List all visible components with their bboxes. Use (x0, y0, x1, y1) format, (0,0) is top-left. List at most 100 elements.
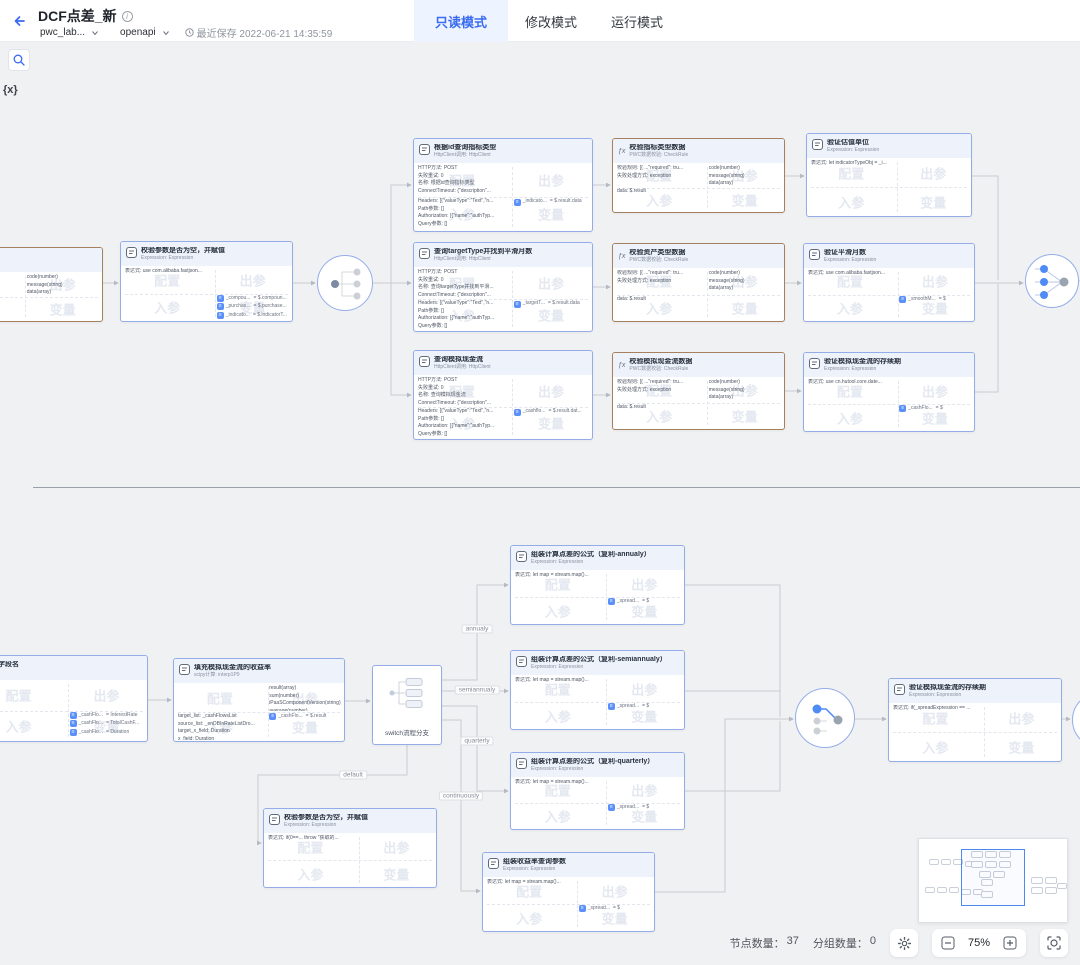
variable-tag-value: = InterestRate (106, 712, 138, 720)
tab-edit-mode[interactable]: 修改模式 (508, 0, 594, 42)
variable-tag-value: = $ (642, 598, 649, 606)
variable-tag: ≡_indicato...= $.result.data (514, 198, 590, 206)
node-header: 组装计算点差的公式（复利-quarterly）Expression: Expre… (511, 753, 684, 777)
checkrule-icon: ƒx (618, 148, 625, 155)
node-body: 配置出参入参变量HTTP方法: POST失败重试: 0名称: 查询模拟现金流Co… (414, 375, 592, 439)
node-tags: ≡_cashFlo...= InterestRate≡_cashFlo...= … (70, 712, 145, 740)
node-titles: 组装收益率查询参数Expression: Expression (503, 858, 566, 872)
node-header: 组装收益率查询参数Expression: Expression (483, 853, 654, 877)
node-titles: 校验参数是否为空，并赋值Expression: Expression (141, 247, 225, 261)
variable-tag-icon: ≡ (217, 295, 224, 302)
node-assemble-query[interactable]: 组装收益率查询参数Expression: Expression配置出参入参变量表… (482, 852, 655, 932)
config-line: source_list: _enDBInRateListDro... (178, 721, 266, 729)
node-config-tl: 表达式: let map = stream.map()... (515, 677, 604, 701)
tab-readonly-mode[interactable]: 只读模式 (414, 0, 508, 42)
node-config-tl: 表达式: let indicatorTypeObj = _i... (811, 160, 896, 186)
watermark-br: 变量 (383, 864, 409, 883)
node-tags: ≡_spread...= $ (608, 703, 682, 728)
variable-tag: ≡_spread...= $ (608, 804, 682, 812)
node-partial-expr-bottom[interactable]: 置字段名sion配置出参入参变量Rate =...≡_cashFlo...= I… (0, 655, 148, 742)
node-junction-join[interactable] (1025, 254, 1079, 308)
config-line: message(string) (709, 173, 781, 181)
config-line: data(array) (709, 394, 781, 402)
minimap-viewport[interactable] (961, 849, 1025, 906)
settings-button[interactable] (890, 929, 918, 957)
node-formula-quarterly[interactable]: 组装计算点差的公式（复利-quarterly）Expression: Expre… (510, 752, 685, 830)
node-http-target[interactable]: 查询targetType并找到平滑月数HttpClient调用: HttpCli… (413, 242, 593, 332)
node-expr-duration-top[interactable]: 验证模拟现金流的存续期Expression: Expression配置出参入参变… (803, 352, 975, 432)
node-expr-smooth[interactable]: 验证平滑月数Expression: Expression配置出参入参变量表达式:… (803, 243, 975, 322)
node-config-tr: code(number)message(string)data(array) (709, 379, 781, 402)
back-button[interactable] (10, 11, 30, 31)
node-header: ƒx校验资产类型数据PWC数据校验: CheckRule (613, 244, 784, 268)
node-config-tl: 校验规则: [{ ..."required": tru...失败处理方式: ex… (617, 165, 705, 187)
node-interp-fill[interactable]: 填充模拟现金流的收益率scipy计算: interp1P9配置出参入参变量res… (173, 658, 345, 742)
variables-panel-button[interactable]: {x} (3, 84, 18, 96)
node-icon-wrap (126, 245, 137, 263)
variable-tag-value: = $.result.data (548, 300, 580, 308)
env-select-primary[interactable]: pwc_lab... (40, 27, 85, 38)
config-line: message(string) (27, 282, 99, 290)
tab-run-mode[interactable]: 运行模式 (594, 0, 680, 42)
node-formula-semiannualy[interactable]: 组装计算点差的公式（复利-semiannualy）Expression: Exp… (510, 650, 685, 730)
search-button[interactable] (8, 49, 30, 71)
config-line: 失败重试: 0 (418, 385, 510, 393)
node-check-params-bottom[interactable]: 校验参数是否为空，并赋值Expression: Expression配置出参入参… (263, 808, 437, 888)
zoom-in-button[interactable] (1003, 936, 1017, 950)
info-icon[interactable]: i (122, 11, 133, 22)
node-check-cashflow[interactable]: ƒx校验模拟现金流数据PWC数据校验: CheckRule配置出参入参变量校验规… (612, 352, 785, 430)
variable-tag: ≡_cashFlo...= TotalCashF... (70, 720, 145, 728)
expression-icon (809, 356, 820, 374)
node-switch-branch[interactable]: switch流程分支 (372, 665, 442, 745)
variable-tag-name: _targetT... (523, 300, 545, 308)
minimap[interactable] (918, 838, 1068, 923)
node-tags: ≡_indicato...= $.result.data (514, 198, 590, 230)
node-check-asset[interactable]: ƒx校验资产类型数据PWC数据校验: CheckRule配置出参入参变量校验规则… (612, 243, 785, 322)
variable-tag-name: _cashFlo... (79, 712, 103, 720)
node-icon-wrap (516, 549, 527, 567)
fit-view-button[interactable] (1040, 929, 1068, 957)
node-junction-split[interactable] (317, 255, 373, 311)
node-expr-duration-bottom[interactable]: 验证模拟现金流的存续期Expression: Expression配置出参入参变… (888, 678, 1062, 762)
node-config-bl: Headers: [{"valueType":"Text","n...Path参… (418, 408, 510, 438)
config-line: Query参数: [] (418, 323, 510, 330)
node-junction-merge[interactable] (795, 688, 855, 748)
variable-tag: ≡_spread...= $ (608, 598, 682, 606)
node-titles: 组装计算点差的公式（复利-annualy）Expression: Express… (531, 551, 651, 565)
node-header: ƒx校验指标类型数据PWC数据校验: CheckRule (613, 139, 784, 163)
variable-tag-name: _cashflo... (523, 408, 546, 416)
config-line: 表达式: use com.alibaba.fastjson... (125, 268, 213, 276)
variable-tag-name: _compou... (226, 295, 251, 303)
minimap-node (925, 887, 935, 893)
node-check-params-top[interactable]: 校验参数是否为空，并赋值Expression: Expression 配置出参入参… (120, 241, 293, 322)
config-line: ConnectTimeout: {"description"... (418, 400, 510, 406)
watermark-tr: 出参 (538, 171, 564, 190)
watermark-tr: 出参 (631, 781, 657, 800)
node-expr-valuation[interactable]: 验证估值单位Expression: Expression配置出参入参变量表达式:… (806, 133, 972, 217)
node-config-tl: 表达式: let map = stream.map()... (487, 879, 575, 903)
node-check-indicator[interactable]: ƒx校验指标类型数据PWC数据校验: CheckRule配置出参入参变量校验规则… (612, 138, 785, 213)
watermark-bl: 入参 (837, 298, 863, 317)
zoom-control: 75% (932, 929, 1026, 957)
variable-tag-value: = $.result.dat... (548, 408, 581, 416)
node-tags: ≡_investm...= _investm... (0, 297, 23, 320)
zoom-out-button[interactable] (941, 936, 955, 950)
node-tags: ≡_spread...= $ (608, 598, 682, 623)
node-body: 配置出参入参变量表达式: let map = stream.map()...≡_… (511, 777, 684, 829)
watermark-bl: 入参 (6, 716, 32, 735)
node-tags: ≡_targetT...= $.result.data (514, 300, 590, 330)
node-junction-edge-right[interactable] (1072, 692, 1080, 748)
node-http-indicator[interactable]: 根据id查询指标类型HttpClient调用: HttpClient配置出参入参… (413, 138, 593, 232)
node-http-cashflow[interactable]: 查询模拟现金流HttpClient调用: HttpClient配置出参入参变量H… (413, 350, 593, 440)
node-subtitle: HttpClient调用: HttpClient (434, 364, 491, 370)
config-line: 名称: 查询模拟现金流 (418, 392, 510, 400)
env-select-secondary[interactable]: openapi (120, 27, 156, 38)
node-partial-check-top[interactable]: ƒx配置出参入参变量code(number)message(string)dat… (0, 247, 103, 322)
config-line: 校验规则: [{ ..."required": tru... (617, 270, 705, 278)
node-formula-annualy[interactable]: 组装计算点差的公式（复利-annualy）Expression: Express… (510, 545, 685, 625)
variable-tag-name: _spread... (588, 905, 610, 913)
node-config-tr: code(number)message(string)data(array) (709, 270, 781, 293)
node-body: 配置出参入参变量表达式: use com.alibaba.fastjson...… (121, 266, 292, 321)
node-title: 校验参数是否为空，并赋值 (284, 814, 368, 822)
node-tags: ≡_spread...= $ (608, 804, 682, 828)
